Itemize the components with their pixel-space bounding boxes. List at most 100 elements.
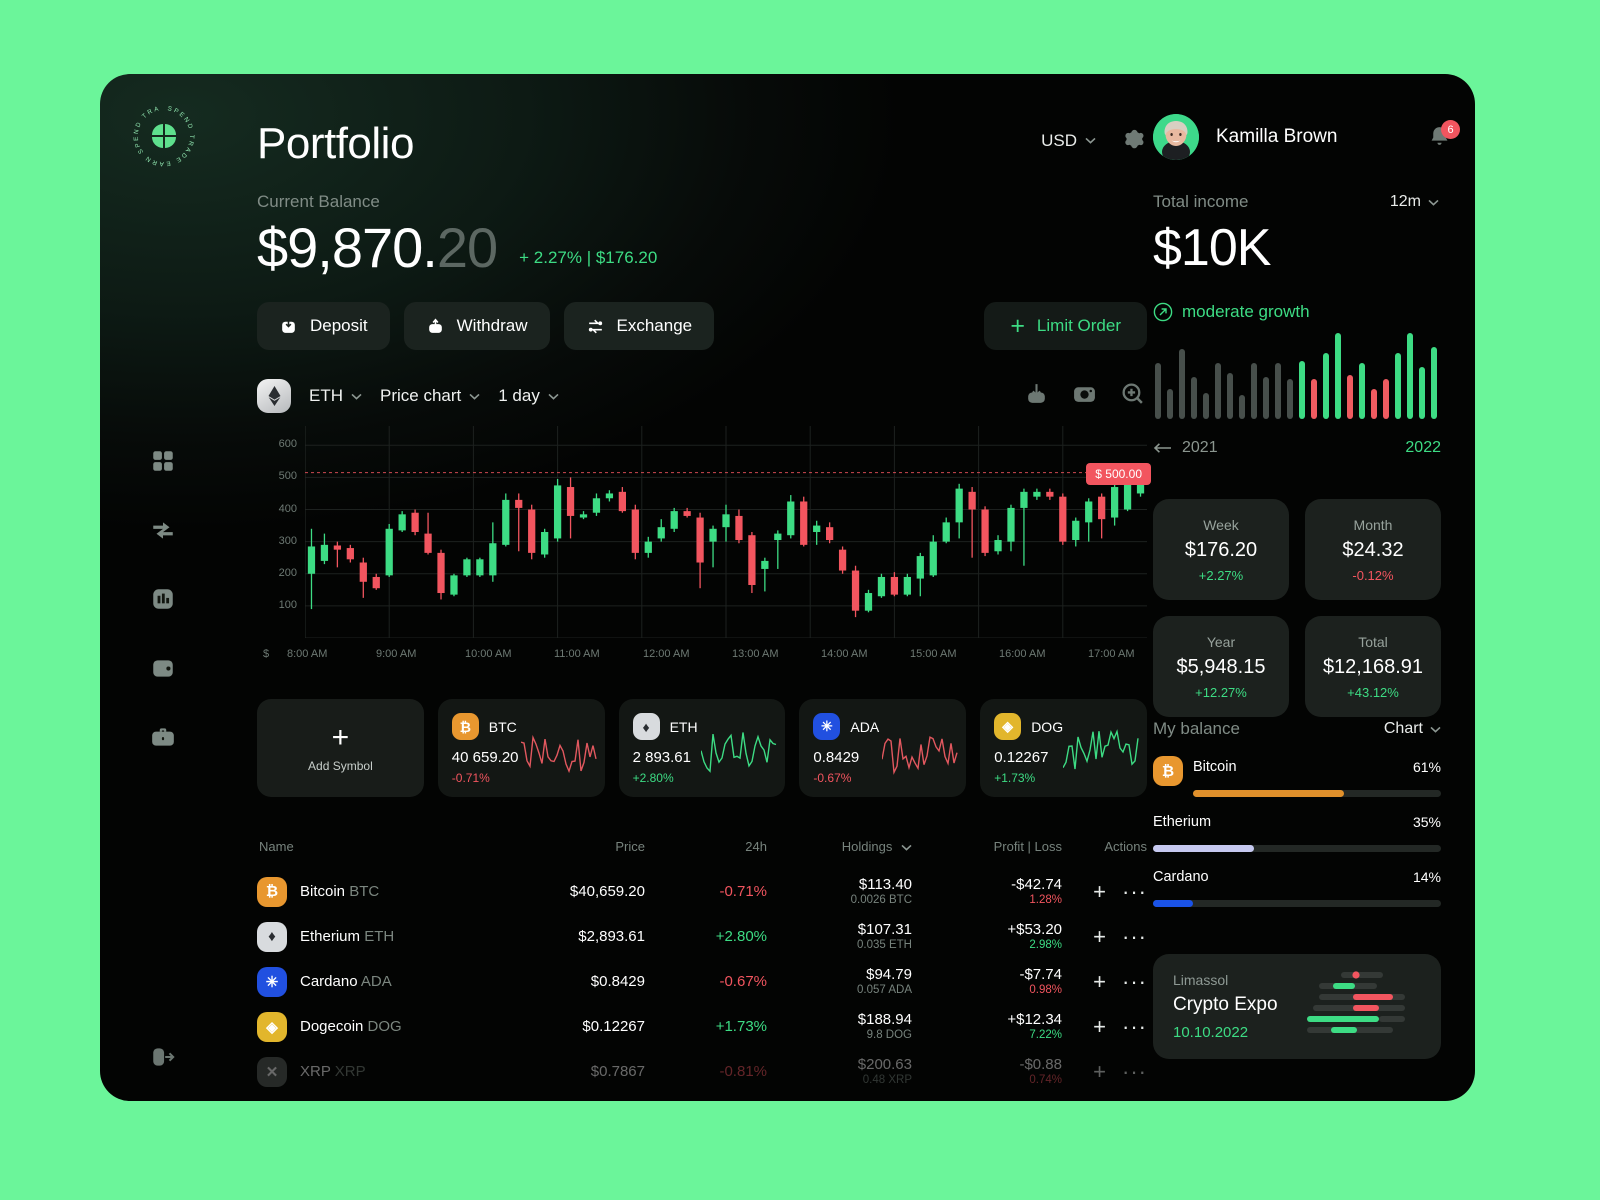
symbol-card-change: +1.73%	[994, 771, 1036, 785]
user-name: Kamilla Brown	[1216, 126, 1338, 147]
asset-ticker: BTC	[349, 883, 380, 900]
table-row[interactable]: ♦ Etherium ETH $2,893.61 +2.80% $107.31 0…	[257, 914, 1147, 959]
chart-x-tick: 17:00 AM	[1088, 648, 1135, 660]
income-bar	[1359, 363, 1365, 419]
row-menu-button[interactable]: ···	[1122, 970, 1147, 993]
add-row-button[interactable]: +	[1093, 880, 1106, 903]
symbol-card[interactable]: ✳ ADA 0.8429 -0.67%	[799, 699, 967, 797]
asset-name: Bitcoin BTC	[300, 883, 380, 900]
income-range-selector[interactable]: 12m	[1390, 193, 1439, 211]
sparkline-chart	[701, 723, 777, 785]
symbol-card[interactable]: ₿ BTC 40 659.20 -0.71%	[437, 699, 605, 797]
sidebar-item-transfers[interactable]	[100, 498, 226, 567]
chart-y-tick: 100	[278, 598, 297, 611]
sidebar-item-wallet[interactable]	[100, 636, 226, 705]
income-bar	[1431, 347, 1437, 419]
stat-card[interactable]: Year $5,948.15 +12.27%	[1153, 616, 1289, 717]
promo-card[interactable]: Limassol Crypto Expo 10.10.2022	[1153, 954, 1441, 1059]
zoom-in-button[interactable]	[1117, 378, 1147, 408]
dogecoin-icon: ◈	[257, 1011, 287, 1042]
cardano-icon: ✳	[257, 966, 287, 997]
balance-whole: $9,870.	[257, 216, 438, 279]
balance-item[interactable]: ₿ Bitcoin 61%	[1153, 756, 1441, 811]
bitcoin-icon: ₿	[257, 876, 287, 907]
symbol-value: ETH	[309, 386, 343, 405]
sidebar-item-portfolio[interactable]	[100, 705, 226, 774]
symbol-cards: + Add Symbol ₿ BTC 40 659.20 -0.71% ♦ ET…	[257, 699, 1147, 797]
withdraw-button[interactable]: Withdraw	[403, 302, 550, 350]
income-bar-chart[interactable]	[1155, 333, 1443, 419]
income-bar	[1155, 363, 1161, 419]
interval-selector[interactable]: 1 day	[498, 386, 559, 406]
ethereum-icon: ♦	[257, 921, 287, 952]
symbol-card[interactable]: ◈ DOG 0.12267 +1.73%	[980, 699, 1147, 797]
limit-order-button[interactable]: + Limit Order	[984, 302, 1147, 350]
clover-logo: SPEND TRADE EARN SPEND TRADE EARN	[130, 102, 198, 170]
asset-profit-loss-pct: 1.28%	[1029, 893, 1062, 906]
balance-item[interactable]: Etherium 35%	[1153, 811, 1441, 866]
promo-date: 10.10.2022	[1173, 1024, 1249, 1041]
row-menu-button[interactable]: ···	[1122, 1015, 1147, 1038]
notifications-button[interactable]: 6	[1427, 120, 1460, 154]
symbol-card[interactable]: ♦ ETH 2 893.61 +2.80%	[618, 699, 786, 797]
add-symbol-card[interactable]: + Add Symbol	[257, 699, 424, 797]
balance-item[interactable]: Cardano 14%	[1153, 866, 1441, 921]
gear-icon[interactable]	[1122, 128, 1147, 153]
wallet-icon	[150, 655, 176, 686]
asset-price: $0.12267	[582, 1018, 645, 1035]
asset-holding-usd: $94.79	[866, 965, 912, 983]
my-balance-header: My balance Chart	[1153, 719, 1441, 739]
add-row-button[interactable]: +	[1093, 1060, 1106, 1083]
user-profile[interactable]: Kamilla Brown	[1153, 114, 1337, 160]
row-menu-button[interactable]: ···	[1122, 880, 1147, 903]
add-symbol-label: Add Symbol	[308, 759, 373, 773]
row-menu-button[interactable]: ···	[1122, 1060, 1147, 1083]
bitcoin-icon: ₿	[451, 713, 479, 740]
chart-type-selector[interactable]: Price chart	[380, 386, 480, 406]
symbol-card-ticker: ADA	[850, 718, 880, 735]
stat-card[interactable]: Total $12,168.91 +43.12%	[1305, 616, 1441, 717]
exchange-button[interactable]: Exchange	[563, 302, 715, 350]
asset-holding-qty: 0.057 ADA	[857, 983, 912, 996]
sidebar-item-dashboard[interactable]	[100, 429, 226, 498]
table-row[interactable]: ◈ Dogecoin DOG $0.12267 +1.73% $188.94 9.…	[257, 1004, 1147, 1049]
add-row-button[interactable]: +	[1093, 925, 1106, 948]
price-chart[interactable]: 600 500 400 300 200 100 $ 500.00 $8:00 AM 9:00…	[257, 426, 1151, 666]
asset-price: $2,893.61	[578, 928, 645, 945]
current-balance-row: $9,870.20 + 2.27% | $176.20	[257, 220, 657, 276]
page-title: Portfolio	[257, 119, 414, 168]
sidebar-item-analytics[interactable]	[100, 567, 226, 636]
currency-selector[interactable]: USD	[1041, 131, 1096, 151]
stat-card[interactable]: Month $24.32 -0.12%	[1305, 499, 1441, 600]
symbol-selector[interactable]: ETH	[309, 386, 362, 406]
logout-icon	[150, 1044, 176, 1075]
row-menu-button[interactable]: ···	[1122, 925, 1147, 948]
table-row[interactable]: ✕ XRP XRP $0.7867 -0.81% $200.63 0.48 XRP…	[257, 1049, 1147, 1094]
current-balance-label: Current Balance	[257, 192, 380, 211]
deposit-button[interactable]: Deposit	[257, 302, 390, 350]
logout-button[interactable]	[100, 1029, 226, 1089]
income-bar	[1347, 375, 1353, 419]
column-header-profit-loss: Profit | Loss	[993, 839, 1062, 854]
trend-up-icon	[1153, 302, 1173, 322]
my-balance-view-selector[interactable]: Chart	[1384, 720, 1441, 738]
screenshot-button[interactable]	[1069, 378, 1099, 408]
chevron-down-icon	[469, 393, 480, 400]
chart-bar-icon	[150, 586, 176, 617]
chevron-down-icon	[1085, 137, 1096, 144]
arrow-left-icon[interactable]	[1153, 442, 1172, 454]
stat-label: Year	[1206, 633, 1236, 650]
avatar	[1153, 114, 1199, 160]
add-row-button[interactable]: +	[1093, 970, 1106, 993]
table-row[interactable]: ✳ Cardano ADA $0.8429 -0.67% $94.79 0.057…	[257, 959, 1147, 1004]
download-button[interactable]	[1021, 378, 1051, 408]
table-row[interactable]: ₿ Bitcoin BTC $40,659.20 -0.71% $113.40 0…	[257, 869, 1147, 914]
column-header-holdings[interactable]: Holdings	[767, 839, 912, 854]
withdraw-label: Withdraw	[456, 316, 528, 335]
add-row-button[interactable]: +	[1093, 1015, 1106, 1038]
briefcase-icon	[150, 724, 176, 755]
stat-card[interactable]: Week $176.20 +2.27%	[1153, 499, 1289, 600]
symbol-card-price: 0.12267	[994, 749, 1049, 766]
year-right: 2022	[1405, 439, 1441, 456]
asset-ticker: XRP	[334, 1063, 366, 1080]
